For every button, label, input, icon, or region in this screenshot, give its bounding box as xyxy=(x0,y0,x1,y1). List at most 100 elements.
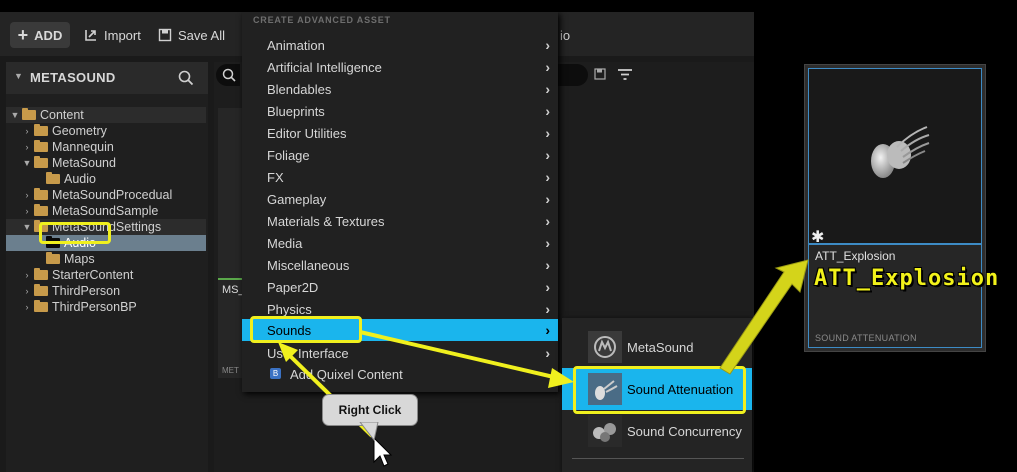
folder-icon xyxy=(34,300,48,312)
tree-item-label: Audio xyxy=(64,172,96,186)
collapsed-arrow-icon[interactable]: › xyxy=(22,286,32,296)
menu-item-blendables[interactable]: Blendables › xyxy=(242,78,558,100)
highlight-box-audio-folder xyxy=(39,222,111,244)
menu-item-label: Physics xyxy=(267,301,312,317)
menu-item-materials-textures[interactable]: Materials & Textures › xyxy=(242,210,558,232)
chevron-right-icon: › xyxy=(545,213,550,229)
tree-item-metasound-audio[interactable]: Audio xyxy=(6,171,206,187)
folder-icon xyxy=(34,268,48,280)
sources-header: ▼ METASOUND xyxy=(6,62,208,94)
menu-item-artificial-intelligence[interactable]: Artificial Intelligence › xyxy=(242,56,558,78)
plus-icon: + xyxy=(17,25,29,45)
tree-item-content[interactable]: ▼ Content xyxy=(6,107,206,123)
chevron-right-icon: › xyxy=(545,37,550,53)
submenu-item-label: MetaSound xyxy=(627,339,694,355)
tree-item-label: ThirdPersonBP xyxy=(52,300,137,314)
tree-item-label: ThirdPerson xyxy=(52,284,121,298)
menu-item-add-quixel-content[interactable]: B Add Quixel Content xyxy=(242,363,558,385)
save-all-label: Save All xyxy=(178,27,225,43)
menu-item-miscellaneous[interactable]: Miscellaneous › xyxy=(242,254,558,276)
menu-item-label: Materials & Textures xyxy=(267,213,385,229)
chevron-right-icon: › xyxy=(545,345,550,361)
menu-item-foliage[interactable]: Foliage › xyxy=(242,144,558,166)
collapsed-arrow-icon[interactable]: › xyxy=(22,206,32,216)
menu-item-fx[interactable]: FX › xyxy=(242,166,558,188)
sound-concurrency-icon xyxy=(588,415,622,447)
expand-arrow-icon[interactable]: ▼ xyxy=(10,110,20,120)
tree-item-maps[interactable]: Maps xyxy=(6,251,206,267)
sources-title: METASOUND xyxy=(30,70,116,85)
asset-type-label: SOUND ATTENUATION xyxy=(815,333,917,343)
menu-item-media[interactable]: Media › xyxy=(242,232,558,254)
tree-item-metasoundprocedual[interactable]: › MetaSoundProcedual xyxy=(6,187,206,203)
chevron-right-icon: › xyxy=(545,81,550,97)
tree-item-metasound[interactable]: ▼ MetaSound xyxy=(6,155,206,171)
tree-item-label: Mannequin xyxy=(52,140,114,154)
tree-item-label: StarterContent xyxy=(52,268,134,282)
chevron-right-icon: › xyxy=(545,147,550,163)
menu-item-editor-utilities[interactable]: Editor Utilities › xyxy=(242,122,558,144)
new-asset-tile[interactable]: ✱ ATT_Explosion SOUND ATTENUATION xyxy=(804,64,986,352)
collapsed-arrow-icon[interactable]: › xyxy=(22,302,32,312)
bubble-text: Right Click xyxy=(338,403,402,417)
submenu-divider xyxy=(572,458,744,459)
chevron-right-icon: › xyxy=(545,169,550,185)
folder-icon xyxy=(34,188,48,200)
tree-item-label: MetaSoundProcedual xyxy=(52,188,173,202)
folder-icon xyxy=(46,172,60,184)
tree-item-label: Content xyxy=(40,108,84,122)
menu-item-paper2d[interactable]: Paper2D › xyxy=(242,276,558,298)
collapse-arrow-icon[interactable]: ▼ xyxy=(14,71,23,81)
tree-item-thirdpersonbp[interactable]: › ThirdPersonBP xyxy=(6,299,206,315)
asset-search-input[interactable] xyxy=(216,64,240,86)
menu-item-user-interface[interactable]: User Interface › xyxy=(242,342,558,364)
expand-arrow-icon[interactable]: ▼ xyxy=(22,158,32,168)
menu-item-animation[interactable]: Animation › xyxy=(242,34,558,56)
collapsed-arrow-icon[interactable]: › xyxy=(22,270,32,280)
tree-item-mannequin[interactable]: › Mannequin xyxy=(6,139,206,155)
folder-icon xyxy=(34,124,48,136)
tree-item-label: Geometry xyxy=(52,124,107,138)
collapsed-arrow-icon[interactable]: › xyxy=(22,190,32,200)
tree-item-geometry[interactable]: › Geometry xyxy=(6,123,206,139)
expand-arrow-icon[interactable]: ▼ xyxy=(22,222,32,232)
folder-icon xyxy=(34,140,48,152)
menu-item-label: Foliage xyxy=(267,147,310,163)
import-button[interactable]: Import xyxy=(84,22,141,48)
filter-icon[interactable] xyxy=(617,68,633,81)
menu-item-label: User Interface xyxy=(267,345,349,361)
menu-item-gameplay[interactable]: Gameplay › xyxy=(242,188,558,210)
import-button-label: Import xyxy=(104,27,141,43)
bubble-tail xyxy=(359,422,379,442)
tree-item-startercontent[interactable]: › StarterContent xyxy=(6,267,206,283)
save-icon xyxy=(158,28,172,42)
chevron-right-icon: › xyxy=(545,322,550,338)
asset-tile-partial[interactable]: MS_ MET xyxy=(218,108,245,378)
import-icon xyxy=(85,30,96,41)
tree-item-thirdperson[interactable]: › ThirdPerson xyxy=(6,283,206,299)
collapsed-arrow-icon[interactable]: › xyxy=(22,126,32,136)
submenu-item-metasound[interactable]: MetaSound xyxy=(562,326,752,368)
tree-item-metasoundsample[interactable]: › MetaSoundSample xyxy=(6,203,206,219)
tree-item-label: MetaSound xyxy=(52,156,116,170)
menu-item-label: Animation xyxy=(267,37,325,53)
asset-type-stripe xyxy=(809,243,981,245)
search-icon[interactable] xyxy=(178,70,194,86)
menu-item-label: FX xyxy=(267,169,284,185)
quixel-icon: B xyxy=(270,368,281,379)
folder-icon xyxy=(46,252,60,264)
asset-tile-inner: ✱ ATT_Explosion SOUND ATTENUATION xyxy=(808,68,982,348)
sources-panel: ▼ METASOUND ▼ Content › Geometry › Manne… xyxy=(6,62,208,472)
menu-item-label: Blueprints xyxy=(267,103,325,119)
menu-item-blueprints[interactable]: Blueprints › xyxy=(242,100,558,122)
submenu-item-sound-concurrency[interactable]: Sound Concurrency xyxy=(562,410,752,452)
add-button[interactable]: + ADD xyxy=(10,22,70,48)
chevron-right-icon: › xyxy=(545,103,550,119)
save-search-icon[interactable] xyxy=(594,68,606,80)
save-all-button[interactable]: Save All xyxy=(158,22,225,48)
asset-tile-type: MET xyxy=(222,366,239,375)
folder-open-icon xyxy=(34,156,48,168)
menu-item-label: Blendables xyxy=(267,81,332,97)
metasound-icon xyxy=(588,331,622,363)
collapsed-arrow-icon[interactable]: › xyxy=(22,142,32,152)
